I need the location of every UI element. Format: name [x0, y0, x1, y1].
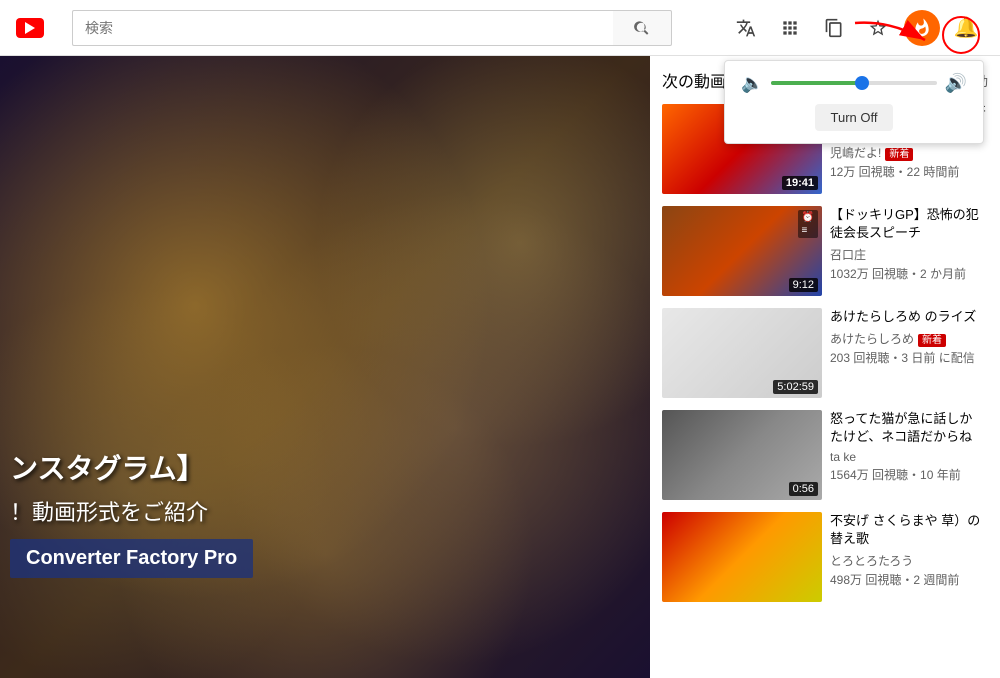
volume-slider-fill	[771, 81, 862, 85]
next-video-label: 次の動画	[662, 68, 726, 92]
video-thumbnail-1: ⏰ ≡ 9:12	[662, 206, 822, 296]
video-card-4[interactable]: 不安げ さくらまや 草）の替え歌 とろとろたろう 498万 回視聴・2 週間前	[662, 512, 988, 602]
video-channel-0: 児嶋だよ!新着	[830, 144, 988, 161]
badge-new: 新着	[885, 148, 913, 161]
volume-mute-icon: 🔈	[741, 73, 763, 94]
video-card-1[interactable]: ⏰ ≡ 9:12 【ドッキリGP】恐怖の犯 徒会長スピーチ 召口庄 1032万 …	[662, 206, 988, 296]
video-title-3: 怒ってた猫が急に話しか たけど、ネコ語だからね	[830, 410, 988, 446]
video-duration-1: 9:12	[789, 278, 818, 292]
volume-max-icon: 🔊	[945, 73, 967, 94]
video-duration-2: 5:02:59	[773, 380, 818, 394]
video-info-2: あけたらしろめ のライズ あけたらしろめ新着 203 回視聴・3 日前 に配信	[830, 308, 988, 398]
video-area: ンスタグラム】 ！動画形式をご紹介 Converter Factory Pro	[0, 56, 650, 678]
video-info-3: 怒ってた猫が急に話しか たけど、ネコ語だからね ta ke 1564万 回視聴・…	[830, 410, 988, 500]
badge-new: 新着	[918, 334, 946, 347]
video-thumbnail-3: 0:56	[662, 410, 822, 500]
translate-icon	[736, 18, 756, 38]
volume-slider-track[interactable]	[771, 81, 936, 85]
video-info-1: 【ドッキリGP】恐怖の犯 徒会長スピーチ 召口庄 1032万 回視聴・2 か月前	[830, 206, 988, 296]
flame-icon	[912, 18, 932, 38]
active-icon-button[interactable]	[904, 10, 940, 46]
star-icon	[868, 18, 888, 38]
turn-off-button[interactable]: Turn Off	[815, 104, 894, 131]
search-bar	[72, 10, 672, 46]
video-channel-2: あけたらしろめ新着	[830, 330, 988, 347]
video-background	[0, 56, 650, 678]
video-channel-3: ta ke	[830, 450, 988, 464]
copy-button[interactable]	[816, 10, 852, 46]
volume-row: 🔈 🔊	[741, 73, 967, 94]
search-button[interactable]	[613, 10, 672, 46]
youtube-logo	[16, 18, 44, 38]
video-text-overlay: ンスタグラム】 ！動画形式をご紹介 Converter Factory Pro	[10, 447, 253, 578]
video-title-blue: Converter Factory Pro	[10, 539, 253, 578]
video-meta-3: 1564万 回視聴・10 年前	[830, 466, 988, 483]
video-title-line2: ！動画形式をご紹介	[10, 495, 253, 527]
video-title-1: 【ドッキリGP】恐怖の犯 徒会長スピーチ	[830, 206, 988, 242]
video-meta-1: 1032万 回視聴・2 か月前	[830, 265, 988, 282]
video-duration-3: 0:56	[789, 482, 818, 496]
video-meta-0: 12万 回視聴・22 時間前	[830, 163, 988, 180]
header: 🔈 🔊 Turn Off 🔔	[0, 0, 1000, 56]
header-right: 🔈 🔊 Turn Off 🔔	[728, 10, 984, 46]
search-input[interactable]	[72, 10, 613, 46]
video-channel-1: 召口庄	[830, 246, 988, 263]
volume-popup: 🔈 🔊 Turn Off	[724, 60, 984, 144]
video-card-3[interactable]: 0:56 怒ってた猫が急に話しか たけど、ネコ語だからね ta ke 1564万…	[662, 410, 988, 500]
thumb-overlay-icon: ⏰ ≡	[798, 210, 818, 238]
video-thumbnail-2: 5:02:59	[662, 308, 822, 398]
youtube-icon	[16, 18, 44, 38]
video-thumbnail-4	[662, 512, 822, 602]
copy-icon	[824, 18, 844, 38]
header-left	[16, 10, 672, 46]
sidebar: 次の動画 自動 ⏰ ≡ 19:41 児嶋パーソナルカラー診断 ンジャッシュの色が…	[650, 56, 1000, 678]
search-icon	[633, 19, 651, 37]
video-meta-2: 203 回視聴・3 日前 に配信	[830, 349, 988, 366]
video-channel-4: とろとろたろう	[830, 552, 988, 569]
apps-button[interactable]	[772, 10, 808, 46]
video-title-2: あけたらしろめ のライズ	[830, 308, 988, 326]
translate-button[interactable]	[728, 10, 764, 46]
video-title-4: 不安げ さくらまや 草）の替え歌	[830, 512, 988, 548]
video-info-4: 不安げ さくらまや 草）の替え歌 とろとろたろう 498万 回視聴・2 週間前	[830, 512, 988, 602]
star-button[interactable]	[860, 10, 896, 46]
video-meta-4: 498万 回視聴・2 週間前	[830, 571, 988, 588]
video-duration-0: 19:41	[782, 176, 818, 190]
main-content: ンスタグラム】 ！動画形式をご紹介 Converter Factory Pro …	[0, 56, 1000, 678]
apps-icon	[780, 18, 800, 38]
video-title-line1: ンスタグラム】	[10, 447, 253, 487]
notification-button[interactable]: 🔔	[948, 10, 984, 46]
video-list: ⏰ ≡ 19:41 児嶋パーソナルカラー診断 ンジャッシュの色がわか 児嶋だよ!…	[662, 104, 988, 602]
volume-slider-thumb	[855, 76, 869, 90]
video-card-2[interactable]: 5:02:59 あけたらしろめ のライズ あけたらしろめ新着 203 回視聴・3…	[662, 308, 988, 398]
